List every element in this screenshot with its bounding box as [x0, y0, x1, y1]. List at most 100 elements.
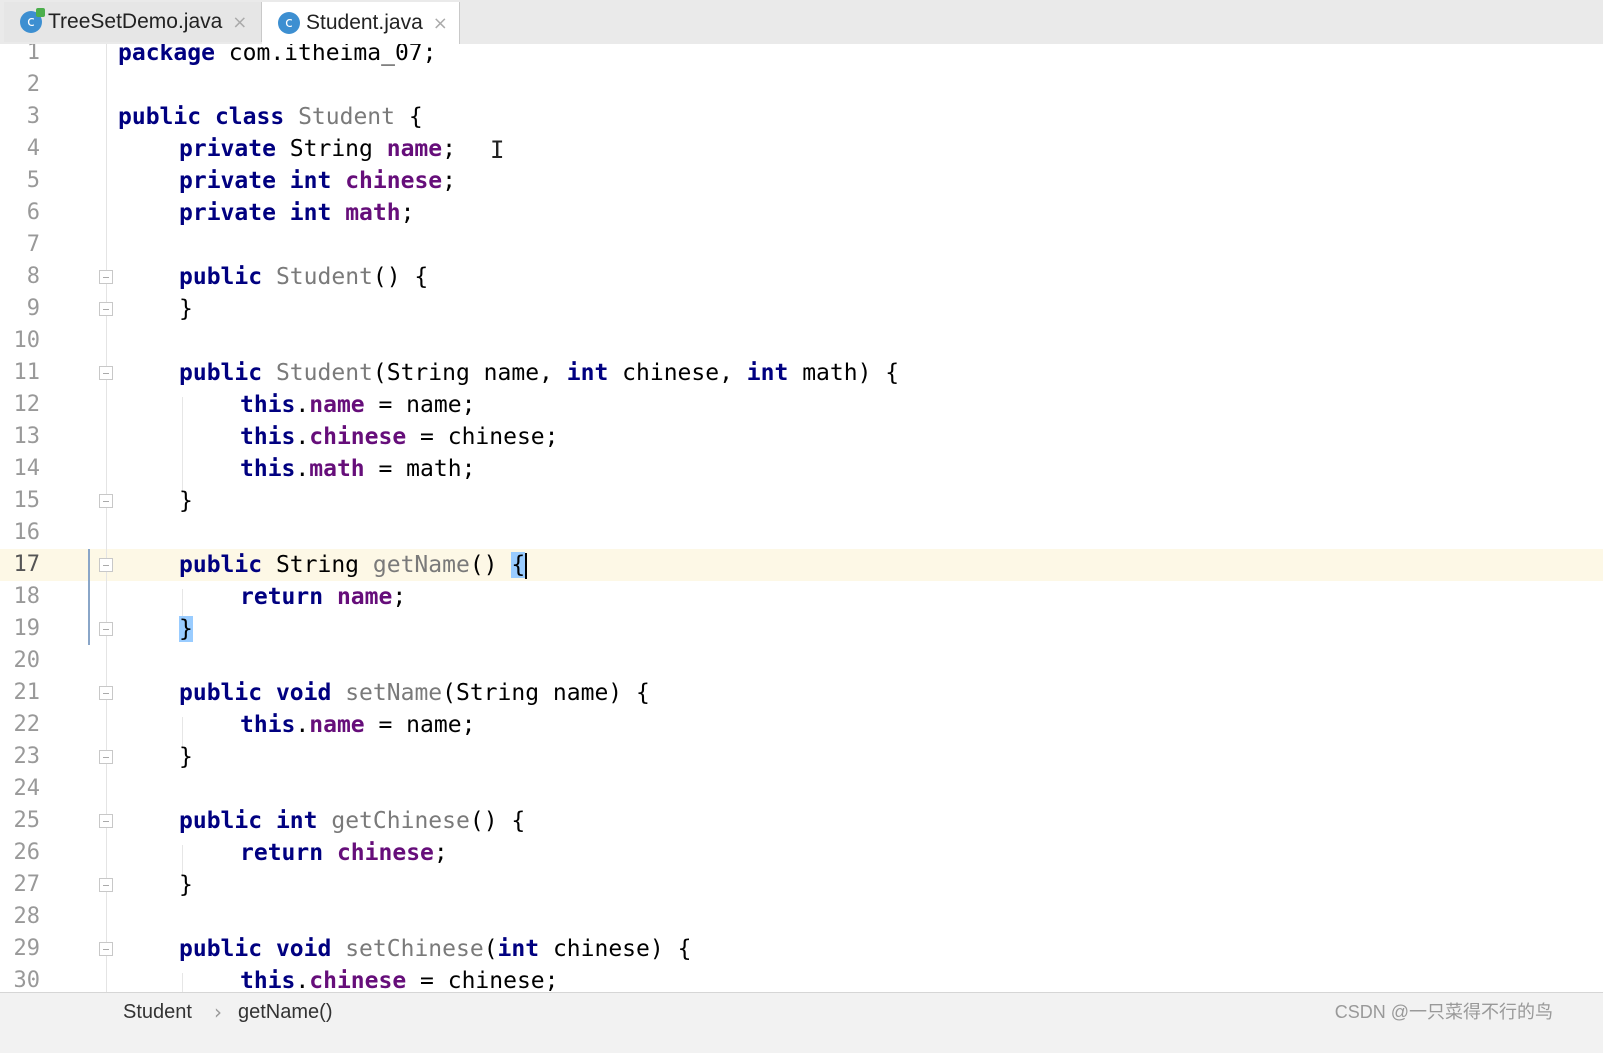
- line-number: 18: [13, 584, 41, 609]
- line-number: 2: [26, 72, 40, 97]
- line-number: 27: [13, 872, 41, 897]
- fold-end-icon[interactable]: [99, 750, 113, 764]
- line-number: 1: [26, 44, 40, 65]
- line-number: 3: [26, 104, 40, 129]
- code-text: this.math = math;: [240, 456, 476, 482]
- breadcrumb-separator-icon: ›: [214, 1000, 222, 1024]
- line-number: 4: [26, 136, 40, 161]
- line-number: 13: [13, 424, 41, 449]
- code-text: this.name = name;: [240, 712, 476, 738]
- code-line: 30 this.chinese = chinese;: [0, 965, 1603, 992]
- line-number: 29: [13, 936, 41, 961]
- code-text: this.chinese = chinese;: [240, 968, 559, 992]
- code-line-current: 17 public String getName() {: [0, 549, 1603, 581]
- line-number: 17: [13, 552, 41, 577]
- code-line: 26 return chinese;: [0, 837, 1603, 869]
- text-caret: [525, 552, 528, 579]
- fold-end-icon[interactable]: [99, 622, 113, 636]
- line-number: 19: [13, 616, 41, 641]
- code-text: public Student() {: [179, 264, 429, 290]
- code-text: public void setName(String name) {: [179, 680, 650, 706]
- code-line: 28: [0, 901, 1603, 933]
- code-text: public class Student {: [118, 104, 423, 130]
- code-line: 22 this.name = name;: [0, 709, 1603, 741]
- code-line: 6 private int math;: [0, 197, 1603, 229]
- code-line: 5 private int chinese;: [0, 165, 1603, 197]
- fold-end-icon[interactable]: [99, 302, 113, 316]
- code-text: public Student(String name, int chinese,…: [179, 360, 900, 386]
- code-text: }: [179, 613, 193, 645]
- line-number: 8: [26, 264, 40, 289]
- code-editor[interactable]: I 1 package com.itheima_07; 2 3 public c…: [0, 44, 1603, 992]
- code-line: 11 public Student(String name, int chine…: [0, 357, 1603, 389]
- tab-student[interactable]: c Student.java ×: [262, 2, 460, 44]
- fold-icon[interactable]: [99, 942, 113, 956]
- tab-treesetdemo[interactable]: c TreeSetDemo.java ×: [4, 2, 262, 42]
- code-line: 24: [0, 773, 1603, 805]
- matched-brace: }: [179, 616, 193, 642]
- line-number: 11: [13, 360, 41, 385]
- fold-icon[interactable]: [99, 686, 113, 700]
- line-number: 9: [26, 296, 40, 321]
- code-line: 1 package com.itheima_07;: [0, 44, 1603, 69]
- line-number: 25: [13, 808, 41, 833]
- line-number: 14: [13, 456, 41, 481]
- breadcrumb-item-class[interactable]: Student: [123, 993, 192, 1031]
- fold-icon[interactable]: [99, 270, 113, 284]
- fold-end-icon[interactable]: [99, 878, 113, 892]
- java-class-icon: c: [20, 8, 45, 33]
- code-text: private String name;: [179, 136, 456, 162]
- code-text: }: [179, 488, 193, 514]
- line-number: 15: [13, 488, 41, 513]
- line-number: 21: [13, 680, 41, 705]
- code-text: private int chinese;: [179, 168, 456, 194]
- code-line: 25 public int getChinese() {: [0, 805, 1603, 837]
- line-number: 6: [26, 200, 40, 225]
- code-text: public String getName() {: [179, 552, 528, 579]
- code-text: return chinese;: [240, 840, 448, 866]
- fold-icon[interactable]: [99, 814, 113, 828]
- code-line: 18 return name;: [0, 581, 1603, 613]
- fold-icon[interactable]: [99, 366, 113, 380]
- tab-label: TreeSetDemo.java: [48, 10, 223, 33]
- code-line: 3 public class Student {: [0, 101, 1603, 133]
- code-text: public void setChinese(int chinese) {: [179, 936, 692, 962]
- matched-brace: {: [511, 552, 526, 578]
- code-line: 9 }: [0, 293, 1603, 325]
- code-line: 4 private String name;: [0, 133, 1603, 165]
- code-line: 7: [0, 229, 1603, 261]
- code-line: 14 this.math = math;: [0, 453, 1603, 485]
- code-text: package com.itheima_07;: [118, 44, 437, 66]
- code-text: public int getChinese() {: [179, 808, 526, 834]
- line-number: 12: [13, 392, 41, 417]
- watermark: CSDN @一只菜得不行的鸟: [1334, 1002, 1553, 1022]
- fold-icon[interactable]: [99, 558, 113, 572]
- code-text: }: [179, 744, 193, 770]
- code-text: }: [179, 872, 193, 898]
- code-line: 23 }: [0, 741, 1603, 773]
- line-number: 20: [13, 648, 41, 673]
- line-number: 7: [26, 232, 40, 257]
- java-class-icon: c: [278, 12, 300, 34]
- close-icon[interactable]: ×: [433, 13, 448, 34]
- tab-label: Student.java: [306, 11, 423, 34]
- breadcrumb-item-method[interactable]: getName(): [238, 993, 332, 1031]
- line-number: 30: [13, 968, 41, 992]
- code-text: private int math;: [179, 200, 415, 226]
- line-number: 5: [26, 168, 40, 193]
- line-number: 24: [13, 776, 41, 801]
- code-line: 16: [0, 517, 1603, 549]
- line-number: 26: [13, 840, 41, 865]
- code-line: 8 public Student() {: [0, 261, 1603, 293]
- breadcrumb: Student › getName() CSDN @一只菜得不行的鸟: [0, 992, 1603, 1053]
- code-line: 29 public void setChinese(int chinese) {: [0, 933, 1603, 965]
- code-line: 12 this.name = name;: [0, 389, 1603, 421]
- code-line: 20: [0, 645, 1603, 677]
- line-number: 10: [13, 328, 41, 353]
- close-icon[interactable]: ×: [232, 12, 247, 33]
- fold-end-icon[interactable]: [99, 494, 113, 508]
- code-text: this.name = name;: [240, 392, 476, 418]
- code-line: 27 }: [0, 869, 1603, 901]
- line-number: 28: [13, 904, 41, 929]
- code-line: 15 }: [0, 485, 1603, 517]
